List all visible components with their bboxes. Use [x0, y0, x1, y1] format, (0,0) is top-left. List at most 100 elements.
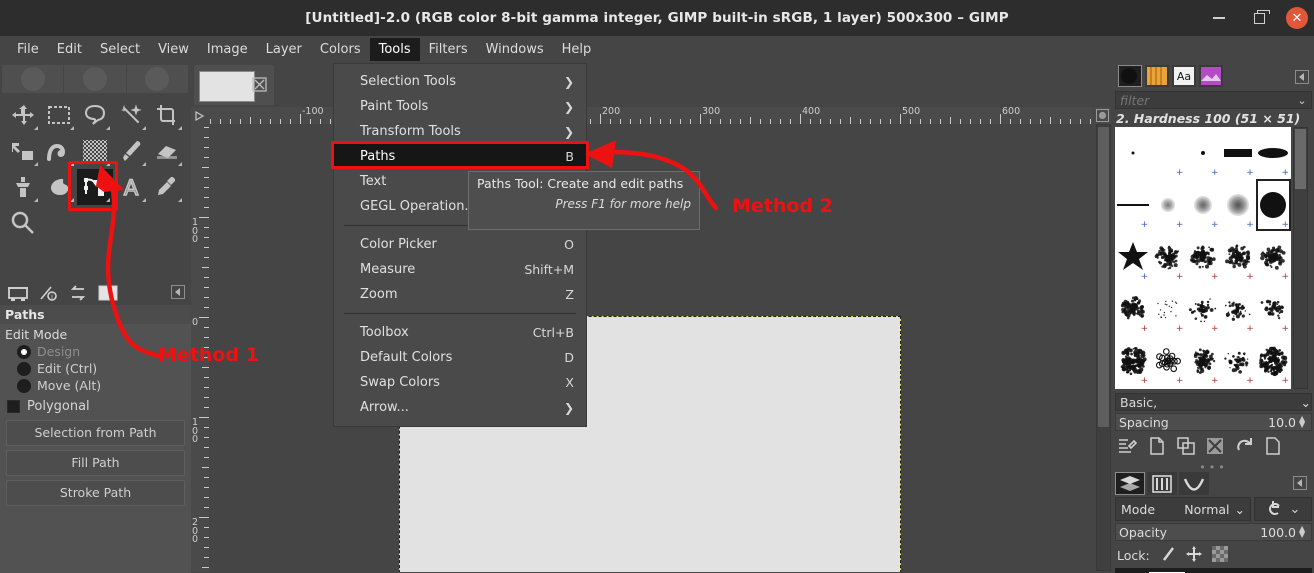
- chevron-down-icon[interactable]: ⌄: [1301, 395, 1311, 410]
- chevron-down-icon[interactable]: ⌄: [1293, 94, 1311, 107]
- device-status-icon[interactable]: i: [34, 283, 62, 303]
- paths-icon[interactable]: [1179, 472, 1209, 495]
- opacity-row[interactable]: Opacity 100.0 ▲ ▼: [1115, 523, 1312, 541]
- brush-swatch[interactable]: [1115, 127, 1150, 179]
- close-tab-icon[interactable]: [252, 77, 268, 93]
- brush-swatch[interactable]: +: [1185, 283, 1220, 335]
- minimize-button[interactable]: [1206, 5, 1232, 31]
- spinner-icon[interactable]: ▲ ▼: [1299, 416, 1308, 428]
- menu-item-paint-tools[interactable]: Paint Tools ❯: [334, 94, 586, 119]
- layers-icon[interactable]: [1115, 472, 1145, 495]
- brush-swatch[interactable]: +: [1115, 335, 1150, 387]
- chevron-down-icon[interactable]: ⌄: [1290, 502, 1301, 517]
- move-tool[interactable]: [5, 97, 41, 133]
- brush-swatch[interactable]: +: [1221, 335, 1256, 387]
- menu-item-transform-tools[interactable]: Transform Tools ❯: [334, 119, 586, 144]
- brush-filter-row[interactable]: ⌄: [1115, 91, 1312, 109]
- radio-button[interactable]: [17, 345, 31, 359]
- brush-swatch[interactable]: +: [1256, 179, 1291, 231]
- lock-alpha-icon[interactable]: [1212, 546, 1228, 565]
- paths-tool[interactable]: [77, 169, 113, 205]
- brush-swatch[interactable]: +: [1150, 283, 1185, 335]
- brush-grid-scrollbar[interactable]: [1293, 127, 1308, 389]
- channels-icon[interactable]: [1147, 472, 1177, 495]
- brushes-dock-menu-button[interactable]: [1295, 70, 1309, 84]
- menu-item-colors[interactable]: Colors: [311, 38, 370, 61]
- layer-mode-select[interactable]: Mode Normal ⌄: [1115, 497, 1251, 521]
- lock-position-icon[interactable]: [1186, 546, 1202, 565]
- navigate-image-icon[interactable]: [1094, 107, 1111, 124]
- duplicate-brush-icon[interactable]: [1177, 437, 1195, 459]
- menu-item-view[interactable]: View: [149, 38, 198, 61]
- menu-item-help[interactable]: Help: [553, 38, 601, 61]
- brush-swatch[interactable]: +: [1256, 231, 1291, 283]
- layers-dock-menu-button[interactable]: [1293, 476, 1307, 490]
- brush-swatch[interactable]: +: [1221, 283, 1256, 335]
- ruler-origin-button[interactable]: [191, 107, 209, 124]
- polygonal-checkbox-row[interactable]: Polygonal: [7, 399, 186, 414]
- undo-history-icon[interactable]: [64, 283, 92, 303]
- image-tab[interactable]: [194, 65, 274, 105]
- shear-tool[interactable]: [5, 133, 41, 169]
- delete-brush-icon[interactable]: [1206, 437, 1224, 459]
- dock-menu-button[interactable]: [171, 285, 185, 299]
- free-select-tool[interactable]: [77, 97, 113, 133]
- brush-swatch[interactable]: +: [1115, 179, 1150, 231]
- tool-options-icon[interactable]: [4, 283, 32, 303]
- menu-item-tools[interactable]: Tools: [370, 38, 420, 61]
- radio-button[interactable]: [17, 379, 31, 393]
- clone-tool[interactable]: [5, 169, 41, 205]
- menu-item-image[interactable]: Image: [198, 38, 257, 61]
- brush-swatch[interactable]: +: [1185, 335, 1220, 387]
- selection-from-path-button[interactable]: Selection from Path: [6, 420, 185, 446]
- menu-item-windows[interactable]: Windows: [477, 38, 553, 61]
- chevron-down-icon[interactable]: ⌄: [1235, 502, 1245, 517]
- open-brush-icon[interactable]: [1264, 437, 1282, 459]
- brush-swatch[interactable]: +: [1150, 231, 1185, 283]
- brush-swatch[interactable]: +: [1185, 179, 1220, 231]
- brush-swatch[interactable]: +: [1115, 387, 1150, 389]
- images-icon[interactable]: [94, 283, 122, 303]
- color-picker-tool[interactable]: [149, 169, 185, 205]
- scrollbar-thumb[interactable]: [1295, 129, 1306, 189]
- close-button[interactable]: ✕: [1286, 7, 1308, 29]
- fill-path-button[interactable]: Fill Path: [6, 450, 185, 476]
- spinner-icon[interactable]: ▲ ▼: [1299, 526, 1308, 538]
- menu-item-file[interactable]: File: [8, 38, 48, 61]
- zoom-tool[interactable]: [5, 205, 41, 241]
- polygonal-checkbox[interactable]: [7, 400, 20, 413]
- brush-swatch[interactable]: +: [1185, 231, 1220, 283]
- rectangle-select-tool[interactable]: [41, 97, 77, 133]
- menu-item-default-colors[interactable]: Default Colors D: [334, 345, 586, 370]
- bucket-fill-tool[interactable]: [77, 133, 113, 169]
- menu-item-filters[interactable]: Filters: [420, 38, 477, 61]
- maximize-button[interactable]: [1246, 5, 1272, 31]
- menu-item-toolbox[interactable]: Toolbox Ctrl+B: [334, 320, 586, 345]
- edit-brush-icon[interactable]: [1117, 437, 1137, 459]
- paintbrush-tool[interactable]: [113, 133, 149, 169]
- eraser-tool[interactable]: [149, 133, 185, 169]
- gradients-icon[interactable]: [1199, 65, 1223, 87]
- brush-swatch[interactable]: +: [1150, 179, 1185, 231]
- list-item[interactable]: Background: [1115, 568, 1312, 573]
- canvas-vertical-scrollbar[interactable]: [1096, 124, 1111, 571]
- layer-list[interactable]: Background: [1115, 568, 1312, 573]
- radio-button[interactable]: [17, 362, 31, 376]
- new-brush-icon[interactable]: [1148, 437, 1166, 459]
- opacity-value[interactable]: 100.0: [1260, 525, 1296, 540]
- brush-swatch[interactable]: +: [1150, 387, 1185, 389]
- menu-item-paths[interactable]: Paths B: [334, 144, 586, 169]
- brush-swatch[interactable]: +: [1256, 335, 1291, 387]
- menu-item-swap-colors[interactable]: Swap Colors X: [334, 370, 586, 395]
- layer-mode-reset-button[interactable]: ⌄: [1254, 497, 1312, 521]
- scrollbar-thumb[interactable]: [1098, 127, 1109, 427]
- menu-item-measure[interactable]: Measure Shift+M: [334, 257, 586, 282]
- spacing-row[interactable]: Spacing 10.0 ▲ ▼: [1115, 413, 1312, 431]
- brush-swatch[interactable]: +: [1256, 127, 1291, 179]
- smudge-tool[interactable]: [41, 169, 77, 205]
- spacing-value[interactable]: 10.0: [1268, 415, 1296, 430]
- menu-item-select[interactable]: Select: [91, 38, 149, 61]
- menu-item-zoom[interactable]: Zoom Z: [334, 282, 586, 307]
- fuzzy-select-tool[interactable]: [113, 97, 149, 133]
- text-tool[interactable]: A: [113, 169, 149, 205]
